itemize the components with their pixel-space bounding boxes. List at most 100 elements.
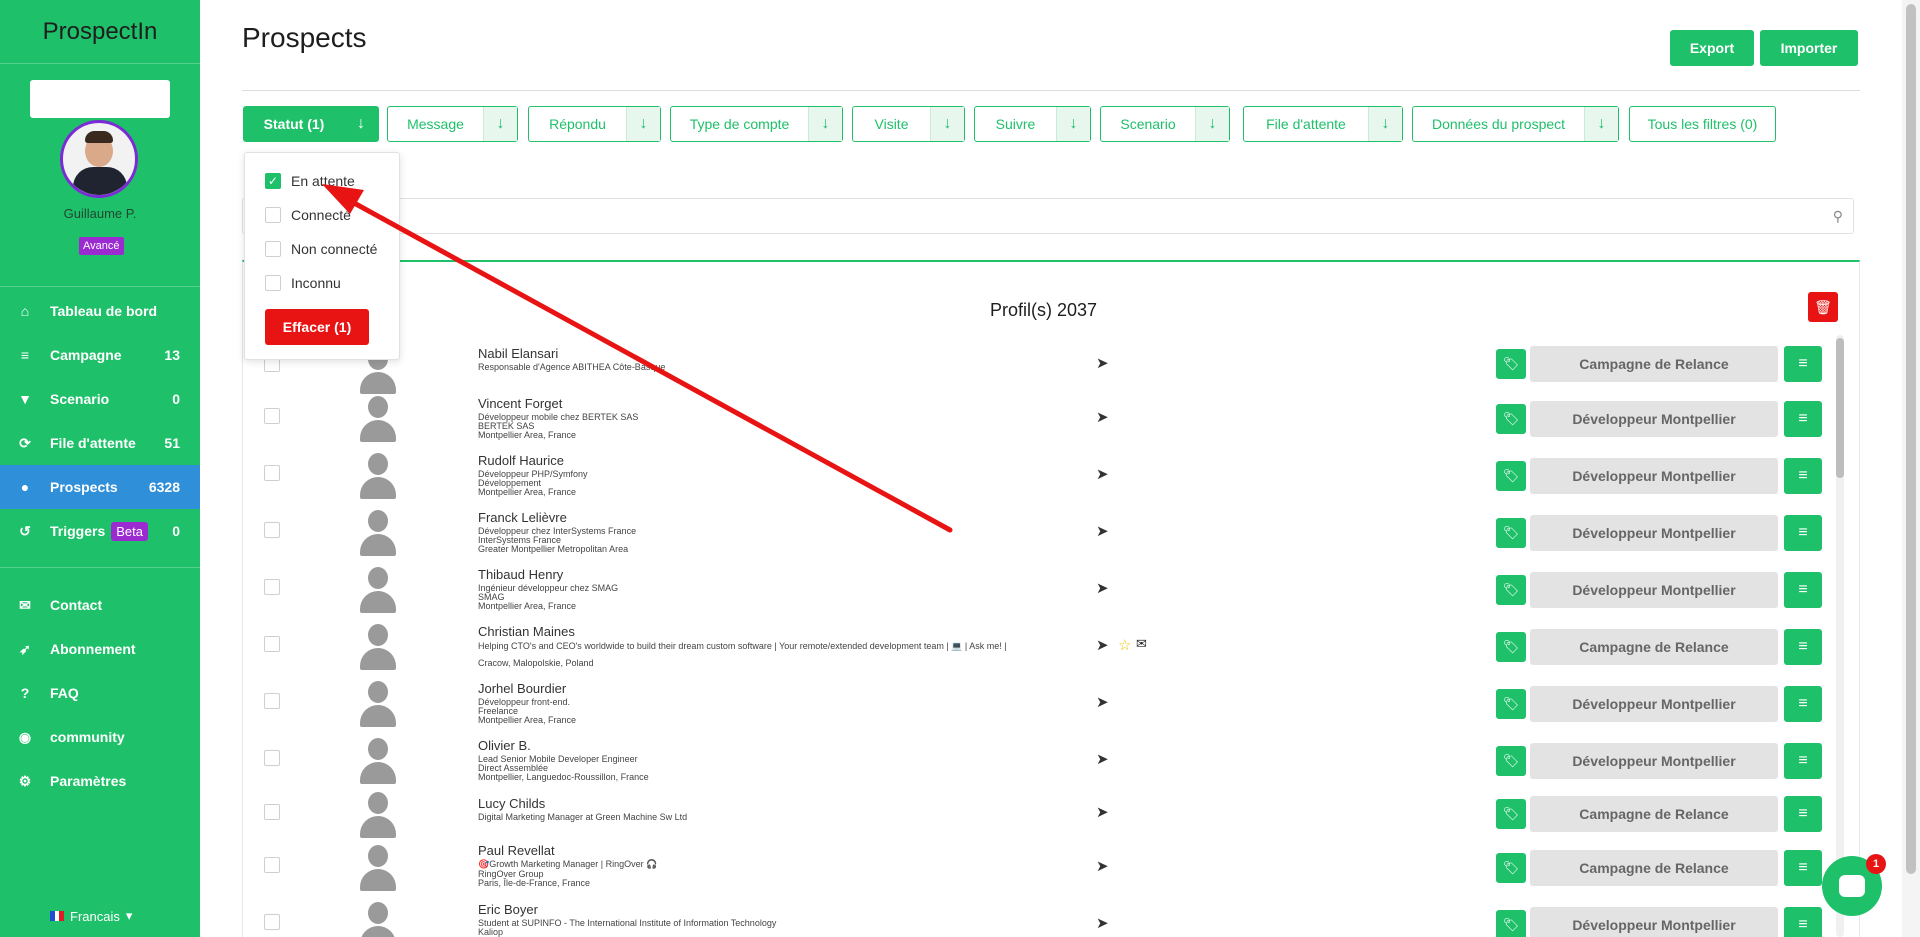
prospect-name[interactable]: Nabil Elansari <box>478 346 558 361</box>
checkbox[interactable] <box>265 275 281 291</box>
row-menu-button[interactable]: ≡ <box>1784 458 1822 494</box>
tag-button[interactable]: 🏷 <box>1496 910 1526 937</box>
page-scrollbar-thumb[interactable] <box>1906 4 1916 874</box>
prospect-name[interactable]: Vincent Forget <box>478 396 562 411</box>
filter-file-attente[interactable]: File d'attente ↓ <box>1243 106 1403 142</box>
prospect-name[interactable]: Olivier B. <box>478 738 531 753</box>
tag-button[interactable]: 🏷 <box>1496 746 1526 776</box>
sidebar-item-triggers[interactable]: ↺ Triggers Beta 0 <box>0 509 200 553</box>
status-option-en-attente[interactable]: ✓ En attente <box>265 173 355 189</box>
status-option-non-connecte[interactable]: Non connecté <box>265 241 377 257</box>
row-checkbox[interactable] <box>264 465 280 481</box>
clear-filter-button[interactable]: Effacer (1) <box>265 309 369 345</box>
row-checkbox[interactable] <box>264 408 280 424</box>
send-icon[interactable]: ➤ <box>1096 408 1109 426</box>
tag-button[interactable]: 🏷 <box>1496 632 1526 662</box>
filter-suivre[interactable]: Suivre ↓ <box>974 106 1091 142</box>
checkbox[interactable] <box>265 207 281 223</box>
send-icon[interactable]: ➤ <box>1096 465 1109 483</box>
row-checkbox[interactable] <box>264 857 280 873</box>
sidebar-item-file-attente[interactable]: ⟳ File d'attente 51 <box>0 421 200 465</box>
sidebar-item-campagne[interactable]: ≡ Campagne 13 <box>0 333 200 377</box>
campaign-label[interactable]: Développeur Montpellier <box>1530 401 1778 437</box>
row-menu-button[interactable]: ≡ <box>1784 907 1822 937</box>
prospect-name[interactable]: Christian Maines <box>478 624 575 639</box>
row-menu-button[interactable]: ≡ <box>1784 850 1822 886</box>
prospect-name[interactable]: Rudolf Haurice <box>478 453 564 468</box>
tag-button[interactable]: 🏷 <box>1496 461 1526 491</box>
export-button[interactable]: Export <box>1670 30 1754 66</box>
send-icon[interactable]: ➤ <box>1096 914 1109 932</box>
check-icon[interactable]: ✓ <box>265 173 281 189</box>
row-menu-button[interactable]: ≡ <box>1784 572 1822 608</box>
send-icon[interactable]: ➤ <box>1096 803 1109 821</box>
send-icon[interactable]: ➤ <box>1096 693 1109 711</box>
prospect-name[interactable]: Jorhel Bourdier <box>478 681 566 696</box>
sidebar-item-prospects[interactable]: ● Prospects 6328 <box>0 465 200 509</box>
tag-button[interactable]: 🏷 <box>1496 518 1526 548</box>
campaign-label[interactable]: Développeur Montpellier <box>1530 572 1778 608</box>
row-menu-button[interactable]: ≡ <box>1784 401 1822 437</box>
row-checkbox[interactable] <box>264 636 280 652</box>
tag-button[interactable]: 🏷 <box>1496 349 1526 379</box>
sidebar-item-contact[interactable]: ✉ Contact <box>0 583 200 627</box>
send-icon[interactable]: ➤ <box>1096 579 1109 597</box>
filter-message[interactable]: Message ↓ <box>387 106 518 142</box>
campaign-label[interactable]: Campagne de Relance <box>1530 850 1778 886</box>
send-icon[interactable]: ➤ <box>1096 636 1109 654</box>
tag-button[interactable]: 🏷 <box>1496 799 1526 829</box>
tag-button[interactable]: 🏷 <box>1496 575 1526 605</box>
tag-button[interactable]: 🏷 <box>1496 404 1526 434</box>
sidebar-item-tableau-de-bord[interactable]: ⌂ Tableau de bord <box>0 289 200 333</box>
tag-button[interactable]: 🏷 <box>1496 689 1526 719</box>
prospect-name[interactable]: Eric Boyer <box>478 902 538 917</box>
filter-tous-les-filtres[interactable]: Tous les filtres (0) <box>1629 106 1776 142</box>
campaign-label[interactable]: Développeur Montpellier <box>1530 743 1778 779</box>
avatar[interactable] <box>60 120 138 198</box>
send-icon[interactable]: ➤ <box>1096 354 1109 372</box>
campaign-label[interactable]: Développeur Montpellier <box>1530 458 1778 494</box>
filter-type-de-compte[interactable]: Type de compte ↓ <box>670 106 843 142</box>
campaign-label[interactable]: Développeur Montpellier <box>1530 515 1778 551</box>
sidebar-item-faq[interactable]: ? FAQ <box>0 671 200 715</box>
mail-icon[interactable]: ✉ <box>1136 636 1147 652</box>
prospect-name[interactable]: Lucy Childs <box>478 796 545 811</box>
prospect-name[interactable]: Paul Revellat <box>478 843 555 858</box>
delete-button[interactable]: 🗑 <box>1808 292 1838 322</box>
campaign-label[interactable]: Développeur Montpellier <box>1530 907 1778 937</box>
row-menu-button[interactable]: ≡ <box>1784 346 1822 382</box>
send-icon[interactable]: ➤ <box>1096 857 1109 875</box>
filter-donnees-prospect[interactable]: Données du prospect ↓ <box>1412 106 1619 142</box>
status-option-inconnu[interactable]: Inconnu <box>265 275 341 291</box>
send-icon[interactable]: ➤ <box>1096 750 1109 768</box>
sidebar-item-parametres[interactable]: ⚙ Paramètres <box>0 759 200 803</box>
star-icon[interactable]: ☆ <box>1118 636 1131 654</box>
sidebar-item-community[interactable]: ◉ community <box>0 715 200 759</box>
checkbox[interactable] <box>265 241 281 257</box>
row-menu-button[interactable]: ≡ <box>1784 629 1822 665</box>
prospect-name[interactable]: Franck Lelièvre <box>478 510 567 525</box>
row-checkbox[interactable] <box>264 693 280 709</box>
row-menu-button[interactable]: ≡ <box>1784 686 1822 722</box>
filter-visite[interactable]: Visite ↓ <box>852 106 965 142</box>
sidebar-item-abonnement[interactable]: ➶ Abonnement <box>0 627 200 671</box>
filter-scenario[interactable]: Scenario ↓ <box>1100 106 1230 142</box>
row-checkbox[interactable] <box>264 579 280 595</box>
status-option-connecte[interactable]: Connecté <box>265 207 351 223</box>
tag-button[interactable]: 🏷 <box>1496 853 1526 883</box>
filter-repondu[interactable]: Répondu ↓ <box>528 106 661 142</box>
row-menu-button[interactable]: ≡ <box>1784 796 1822 832</box>
sidebar-item-scenario[interactable]: ▼ Scenario 0 <box>0 377 200 421</box>
campaign-label[interactable]: Développeur Montpellier <box>1530 686 1778 722</box>
list-scrollbar-thumb[interactable] <box>1836 338 1844 478</box>
sidebar-search-input[interactable] <box>30 80 170 118</box>
prospect-name[interactable]: Thibaud Henry <box>478 567 563 582</box>
row-menu-button[interactable]: ≡ <box>1784 743 1822 779</box>
app-brand[interactable]: ProspectIn <box>0 0 200 64</box>
campaign-label[interactable]: Campagne de Relance <box>1530 629 1778 665</box>
import-button[interactable]: Importer <box>1760 30 1858 66</box>
row-checkbox[interactable] <box>264 522 280 538</box>
search-input[interactable]: ⚲ <box>242 198 1854 234</box>
send-icon[interactable]: ➤ <box>1096 522 1109 540</box>
language-selector[interactable]: Francais ▾ <box>50 908 132 924</box>
